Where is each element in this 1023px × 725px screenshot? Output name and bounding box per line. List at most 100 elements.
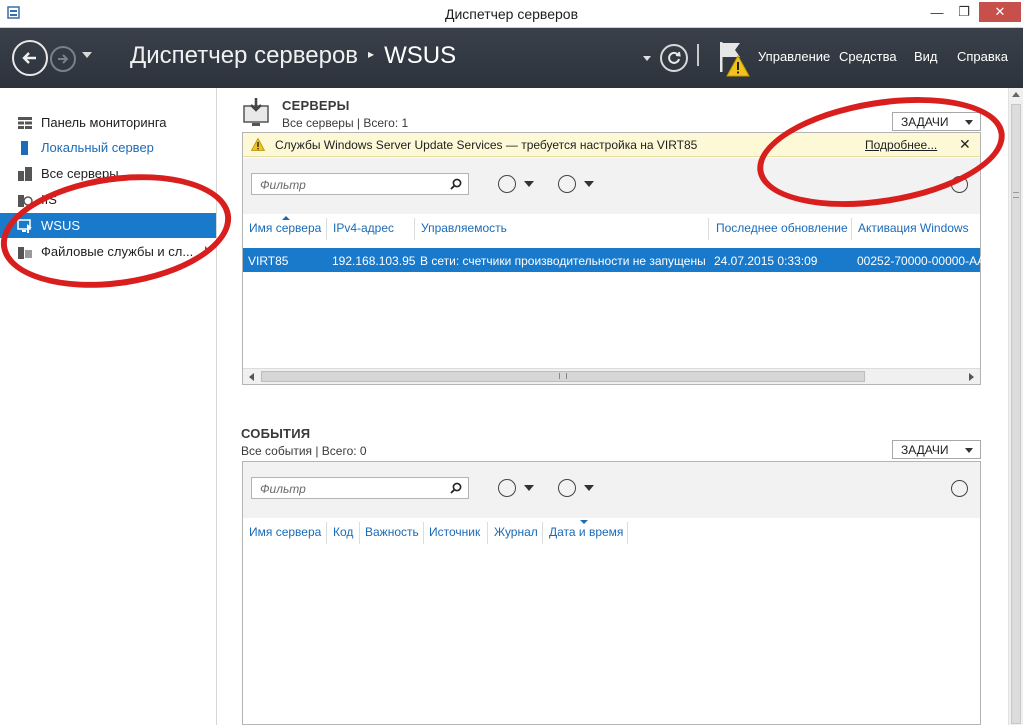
dismiss-notification-button[interactable]: ✕ <box>959 136 971 153</box>
vertical-scrollbar[interactable] <box>1008 88 1023 725</box>
back-button[interactable] <box>12 40 48 76</box>
sidebar-item-label: Все серверы <box>41 166 119 181</box>
sidebar-item-label: WSUS <box>41 218 80 233</box>
list-options-dropdown-icon[interactable] <box>524 181 534 187</box>
forward-button[interactable] <box>50 46 76 72</box>
close-window-button[interactable]: ✕ <box>979 2 1021 22</box>
breadcrumb-root[interactable]: Диспетчер серверов <box>130 42 358 69</box>
arrow-right-icon <box>58 54 69 64</box>
column-server-name[interactable]: Имя сервера <box>249 525 321 539</box>
save-query-dropdown-icon[interactable] <box>584 181 594 187</box>
scroll-grip-icon <box>1013 192 1019 198</box>
servers-section-icon <box>243 98 269 126</box>
sidebar-item-label: Файловые службы и сл... <box>41 244 194 259</box>
sidebar-item-label: Локальный сервер <box>41 140 154 155</box>
save-query-dropdown-icon[interactable] <box>584 485 594 491</box>
history-dropdown-icon[interactable] <box>82 52 92 58</box>
column-separator[interactable] <box>542 522 543 544</box>
sidebar-item-all-servers[interactable]: Все серверы <box>0 161 216 186</box>
column-source[interactable]: Источник <box>429 525 480 539</box>
header-divider <box>697 44 699 66</box>
table-row[interactable]: VIRT85 192.168.103.95 В сети: счетчики п… <box>243 248 985 272</box>
scroll-left-icon[interactable] <box>249 373 254 381</box>
sidebar-item-dashboard[interactable]: Панель мониторинга <box>0 110 216 135</box>
cell-windows-activation: 00252-70000-00000-AA <box>857 254 986 268</box>
sidebar-item-label: Панель мониторинга <box>41 115 167 130</box>
events-filter-input[interactable]: Фильтр <box>251 477 469 499</box>
expand-collapse-icon[interactable] <box>951 480 968 497</box>
more-details-link[interactable]: Подробнее... <box>865 138 937 152</box>
all-servers-icon <box>18 166 32 181</box>
filter-placeholder: Фильтр <box>260 482 306 496</box>
servers-tasks-button[interactable]: ЗАДАЧИ <box>892 112 981 131</box>
save-query-icon[interactable] <box>558 175 576 193</box>
cell-last-update: 24.07.2015 0:33:09 <box>714 254 818 268</box>
local-server-icon <box>21 140 28 155</box>
iis-icon <box>18 194 33 207</box>
column-separator[interactable] <box>326 218 327 240</box>
events-subtitle: Все события | Всего: 0 <box>241 444 367 458</box>
column-separator[interactable] <box>326 522 327 544</box>
servers-filter-input[interactable]: Фильтр <box>251 173 469 195</box>
notifications-flag-icon[interactable] <box>716 40 752 78</box>
breadcrumb-separator-icon: ▸ <box>368 46 375 61</box>
column-windows-activation[interactable]: Активация Windows <box>858 221 969 235</box>
list-options-icon[interactable] <box>498 175 516 193</box>
window-title: Диспетчер серверов <box>444 6 579 22</box>
column-server-name[interactable]: Имя сервера <box>249 221 321 235</box>
column-separator[interactable] <box>359 522 360 544</box>
column-ipv4[interactable]: IPv4-адрес <box>333 221 394 235</box>
list-options-dropdown-icon[interactable] <box>524 485 534 491</box>
minimize-button[interactable]: — <box>924 2 950 22</box>
scroll-up-icon[interactable] <box>1012 92 1020 97</box>
column-separator[interactable] <box>487 522 488 544</box>
refresh-dropdown-icon[interactable] <box>643 56 651 61</box>
events-title: СОБЫТИЯ <box>241 426 311 441</box>
column-code[interactable]: Код <box>333 525 353 539</box>
dropdown-arrow-icon <box>965 448 973 453</box>
tasks-label: ЗАДАЧИ <box>901 114 949 129</box>
cell-server-name: VIRT85 <box>248 254 289 268</box>
column-separator[interactable] <box>423 522 424 544</box>
expand-collapse-icon[interactable] <box>951 176 968 193</box>
horizontal-scrollbar[interactable] <box>243 368 980 384</box>
menu-tools[interactable]: Средства <box>839 49 897 64</box>
menu-help[interactable]: Справка <box>957 49 1008 64</box>
column-last-update[interactable]: Последнее обновление <box>716 221 848 235</box>
search-icon[interactable] <box>450 178 462 190</box>
column-separator[interactable] <box>708 218 709 240</box>
sidebar-item-wsus[interactable]: WSUS <box>0 213 216 238</box>
scroll-grip-icon <box>559 373 567 379</box>
list-options-icon[interactable] <box>498 479 516 497</box>
tasks-label: ЗАДАЧИ <box>901 442 949 457</box>
notification-banner: Службы Windows Server Update Services — … <box>243 133 980 157</box>
column-log[interactable]: Журнал <box>494 525 538 539</box>
wsus-icon <box>17 218 32 233</box>
column-separator[interactable] <box>627 522 628 544</box>
sidebar-item-iis[interactable]: IIS <box>0 187 216 212</box>
events-tasks-button[interactable]: ЗАДАЧИ <box>892 440 981 459</box>
sort-descending-icon <box>580 520 588 524</box>
save-query-icon[interactable] <box>558 479 576 497</box>
column-manageability[interactable]: Управляемость <box>421 221 507 235</box>
cell-ipv4: 192.168.103.95 <box>332 254 416 268</box>
menu-manage[interactable]: Управление <box>758 49 830 64</box>
column-severity[interactable]: Важность <box>365 525 419 539</box>
menu-view[interactable]: Вид <box>914 49 938 64</box>
sidebar: Панель мониторинга Локальный сервер Все … <box>0 88 217 725</box>
sidebar-item-label: IIS <box>41 192 57 207</box>
sidebar-item-local-server[interactable]: Локальный сервер <box>0 135 216 160</box>
refresh-button[interactable] <box>660 44 688 72</box>
sidebar-item-file-services[interactable]: Файловые службы и сл... <box>0 239 216 264</box>
column-date-time[interactable]: Дата и время <box>549 525 623 539</box>
chevron-right-icon[interactable] <box>205 246 210 256</box>
servers-subtitle: Все серверы | Всего: 1 <box>282 116 409 130</box>
restore-button[interactable]: ❐ <box>951 2 977 22</box>
notification-message: Службы Windows Server Update Services — … <box>275 138 698 152</box>
breadcrumb-current: WSUS <box>384 42 457 69</box>
search-icon[interactable] <box>450 482 462 494</box>
header-bar: Диспетчер серверов ▸ WSUS Управление Средс… <box>0 28 1023 88</box>
column-separator[interactable] <box>851 218 852 240</box>
column-separator[interactable] <box>414 218 415 240</box>
scroll-right-icon[interactable] <box>969 373 974 381</box>
